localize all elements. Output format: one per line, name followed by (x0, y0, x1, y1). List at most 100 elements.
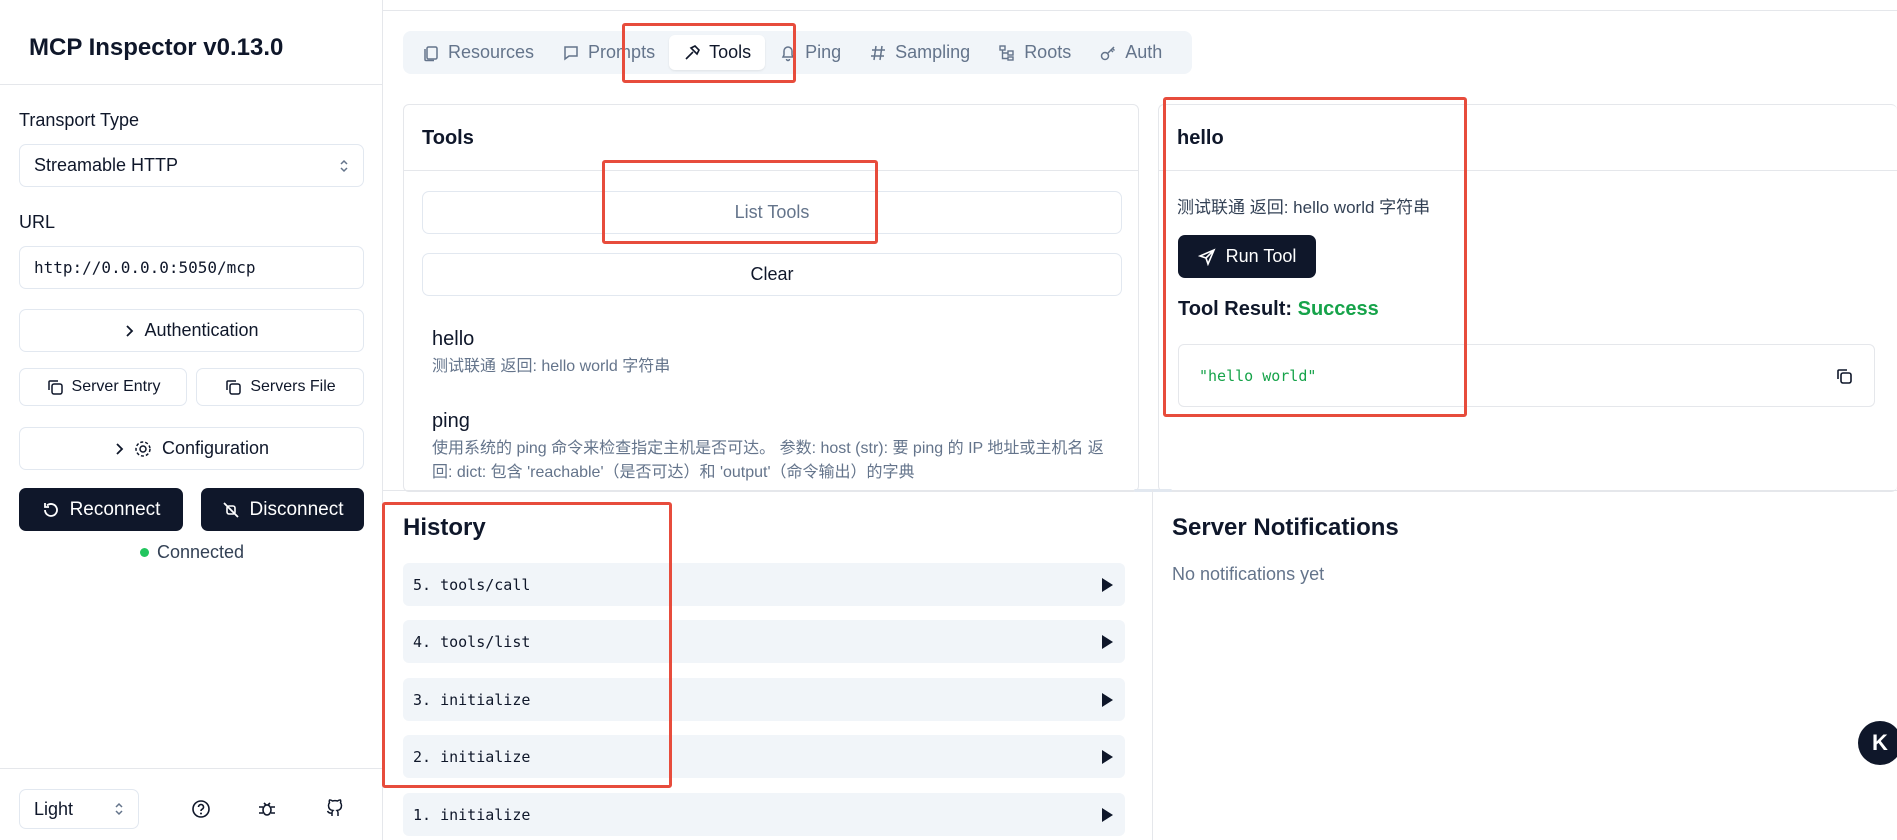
top-border (383, 10, 1897, 11)
configuration-button[interactable]: Configuration (19, 427, 364, 470)
bell-icon (779, 44, 797, 62)
tab-label: Prompts (588, 42, 656, 62)
chevron-right-icon (124, 324, 134, 338)
connection-status: Connected (140, 542, 244, 563)
hash-icon (869, 44, 887, 62)
copy-icon[interactable] (1834, 366, 1854, 386)
tool-result-status: Success (1297, 298, 1379, 320)
reconnect-label: Reconnect (69, 498, 161, 520)
tab-prompts[interactable]: Prompts (548, 35, 669, 70)
resize-handle[interactable] (1134, 489, 1172, 492)
tree-icon (998, 44, 1016, 62)
expand-triangle-icon (1102, 807, 1113, 822)
tab-auth[interactable]: Auth (1085, 35, 1176, 70)
authentication-button[interactable]: Authentication (19, 309, 364, 352)
tab-resources[interactable]: Resources (408, 35, 548, 70)
chevron-updown-icon (114, 802, 124, 816)
servers-file-button[interactable]: Servers File (196, 368, 364, 406)
disconnect-label: Disconnect (249, 498, 344, 520)
tab-bar: Resources Prompts Tools Ping Sampling Ro… (403, 31, 1192, 74)
tool-detail-description: 测试联通 返回: hello world 字符串 (1177, 198, 1431, 217)
tab-label: Ping (805, 42, 842, 62)
expand-triangle-icon (1102, 749, 1113, 764)
tool-result-label: Tool Result: (1178, 298, 1293, 320)
tab-label: Roots (1024, 42, 1072, 62)
tab-label: Tools (709, 42, 752, 62)
reconnect-button[interactable]: Reconnect (19, 488, 183, 531)
bug-icon[interactable] (254, 796, 280, 822)
expand-triangle-icon (1102, 634, 1113, 649)
history-item[interactable]: 5. tools/call (403, 563, 1125, 606)
tool-detail-title: hello (1177, 127, 1224, 149)
history-item-label: 1. initialize (413, 805, 531, 824)
history-item-label: 4. tools/list (413, 632, 531, 651)
copy-icon (46, 378, 64, 396)
url-input[interactable]: http://0.0.0.0:5050/mcp (19, 246, 364, 289)
theme-select[interactable]: Light (19, 789, 139, 829)
history-item-label: 5. tools/call (413, 575, 531, 594)
history-item[interactable]: 1. initialize (403, 793, 1125, 836)
transport-type-select[interactable]: Streamable HTTP (19, 144, 364, 187)
expand-triangle-icon (1102, 692, 1113, 707)
configuration-label: Configuration (161, 438, 270, 458)
chevron-updown-icon (339, 159, 349, 173)
status-text: Connected (157, 542, 245, 562)
server-entry-label: Server Entry (71, 378, 161, 395)
floating-assistant-icon[interactable]: K (1858, 721, 1897, 765)
tab-sampling[interactable]: Sampling (855, 35, 984, 70)
sidebar-bottom-divider (0, 768, 383, 769)
history-item[interactable]: 2. initialize (403, 735, 1125, 778)
rotate-icon (42, 501, 60, 519)
hammer-icon (683, 44, 701, 62)
tool-detail-divider (1159, 170, 1897, 171)
sidebar-divider (0, 84, 383, 85)
run-tool-button[interactable]: Run Tool (1178, 235, 1316, 278)
list-tools-button[interactable]: List Tools (422, 191, 1122, 234)
theme-value: Light (34, 798, 74, 819)
tab-roots[interactable]: Roots (984, 35, 1085, 70)
url-label: URL (19, 212, 56, 232)
history-item-label: 3. initialize (413, 690, 531, 709)
history-title: History (403, 514, 486, 541)
copy-icon (224, 378, 242, 396)
vertical-splitter (1152, 490, 1153, 840)
tab-tools[interactable]: Tools (669, 35, 766, 70)
gear-icon (134, 440, 152, 458)
clear-button[interactable]: Clear (422, 253, 1122, 296)
tab-ping[interactable]: Ping (765, 35, 855, 70)
key-icon (1099, 44, 1117, 62)
tool-name: ping (432, 410, 470, 432)
run-tool-label: Run Tool (1225, 246, 1297, 266)
github-icon[interactable] (322, 796, 348, 822)
history-item[interactable]: 3. initialize (403, 678, 1125, 721)
history-item[interactable]: 4. tools/list (403, 620, 1125, 663)
tab-label: Sampling (895, 42, 971, 62)
tools-panel-divider (404, 170, 1138, 171)
tool-result-box: "hello world" (1178, 344, 1875, 407)
notifications-empty-text: No notifications yet (1172, 564, 1325, 584)
authentication-label: Authentication (144, 320, 259, 340)
disconnect-button[interactable]: Disconnect (201, 488, 364, 531)
server-entry-button[interactable]: Server Entry (19, 368, 187, 406)
message-icon (562, 44, 580, 62)
help-icon[interactable] (188, 796, 214, 822)
tool-result-heading: Tool Result: Success (1178, 298, 1379, 321)
tool-description: 使用系统的 ping 命令来检查指定主机是否可达。 参数: host (str)… (432, 440, 1104, 481)
tab-label: Auth (1125, 42, 1163, 62)
notifications-title: Server Notifications (1172, 514, 1399, 541)
tools-panel: Tools List Tools Clear hello 测试联通 返回: he… (403, 104, 1139, 492)
expand-triangle-icon (1102, 577, 1113, 592)
tool-item-ping[interactable]: ping 使用系统的 ping 命令来检查指定主机是否可达。 参数: host … (432, 410, 1112, 485)
status-dot (140, 548, 149, 557)
tool-name: hello (432, 328, 475, 350)
app-title: MCP Inspector v0.13.0 (29, 34, 284, 61)
tool-item-hello[interactable]: hello 测试联通 返回: hello world 字符串 (432, 328, 1112, 379)
tool-result-value: "hello world" (1199, 366, 1317, 385)
sidebar: MCP Inspector v0.13.0 Transport Type Str… (0, 0, 383, 840)
send-icon (1197, 247, 1216, 266)
tab-label: Resources (448, 42, 535, 62)
transport-type-value: Streamable HTTP (34, 155, 179, 175)
tool-description: 测试联通 返回: hello world 字符串 (432, 358, 671, 375)
tools-panel-title: Tools (422, 127, 474, 149)
files-icon (422, 44, 440, 62)
